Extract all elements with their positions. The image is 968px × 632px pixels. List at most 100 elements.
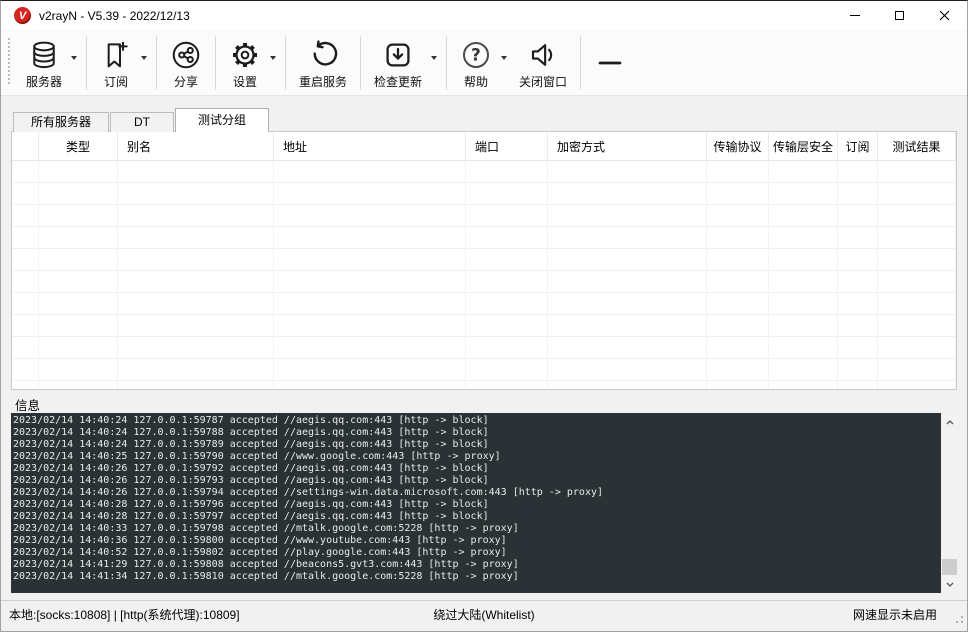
statusbar: 本地:[socks:10808] | [http(系统代理):10809] 绕过… bbox=[1, 600, 967, 631]
minimize-icon bbox=[849, 15, 860, 16]
column-header-encryption[interactable]: 加密方式 bbox=[548, 132, 707, 161]
grid-column-line bbox=[838, 161, 878, 389]
server-group-tabs: 所有服务器 DT 测试分组 bbox=[13, 108, 269, 132]
toolbar-button-label: 设置 bbox=[233, 74, 258, 89]
log-line: 2023/02/14 14:40:25 127.0.0.1:59790 acce… bbox=[13, 451, 501, 462]
help-icon: ? bbox=[460, 39, 492, 71]
info-panel-label: 信息 bbox=[15, 399, 41, 413]
toolbar-grip[interactable] bbox=[8, 38, 10, 85]
toolbar-button-label: 关闭窗口 bbox=[519, 74, 568, 89]
dash-icon bbox=[594, 47, 626, 79]
column-header-address[interactable]: 地址 bbox=[274, 132, 466, 161]
grid-column-line bbox=[769, 161, 838, 389]
log-line: 2023/02/14 14:40:52 127.0.0.1:59802 acce… bbox=[13, 547, 507, 558]
toolbar-button-check-update[interactable]: 检查更新 bbox=[366, 34, 441, 92]
titlebar[interactable]: V v2rayN - V5.39 - 2022/12/13 bbox=[1, 1, 967, 30]
toolbar-button-restart-service[interactable]: 重启服务 bbox=[291, 34, 355, 92]
toolbar-button-settings[interactable]: 设置 bbox=[221, 34, 280, 92]
grid-column-line bbox=[878, 161, 956, 389]
toolbar-button-subscription[interactable]: 订阅 bbox=[92, 34, 151, 92]
maximize-icon bbox=[895, 11, 904, 20]
tab-dt[interactable]: DT bbox=[110, 112, 174, 132]
column-header-tls[interactable]: 传输层安全 bbox=[769, 132, 838, 161]
chevron-down-icon[interactable] bbox=[141, 55, 148, 60]
chevron-down-icon[interactable] bbox=[501, 55, 508, 60]
toolbar-separator bbox=[360, 35, 362, 90]
toolbar-button-servers[interactable]: 服务器 bbox=[18, 34, 81, 92]
server-grid-body bbox=[12, 161, 956, 389]
tab-all-servers[interactable]: 所有服务器 bbox=[13, 112, 109, 132]
bookmark-plus-icon bbox=[100, 39, 132, 71]
minimize-button[interactable] bbox=[832, 1, 877, 30]
log-line: 2023/02/14 14:40:24 127.0.0.1:59789 acce… bbox=[13, 439, 489, 450]
window-controls bbox=[832, 1, 967, 30]
toolbar-button-label: 重启服务 bbox=[299, 74, 348, 89]
column-header-transport[interactable]: 传输协议 bbox=[707, 132, 769, 161]
log-console[interactable]: 2023/02/14 14:40:24 127.0.0.1:59787 acce… bbox=[11, 413, 941, 593]
console-scrollbar[interactable] bbox=[941, 413, 958, 593]
toolbar-button-label: 分享 bbox=[174, 74, 199, 89]
toolbar-button-promotion[interactable]: 关闭窗口 bbox=[511, 34, 575, 92]
app-logo-icon: V bbox=[14, 7, 31, 24]
toolbar-button-label: 检查更新 bbox=[374, 74, 423, 89]
tab-test-group[interactable]: 测试分组 bbox=[175, 108, 269, 132]
toolbar-button-help[interactable]: ? 帮助 bbox=[452, 34, 511, 92]
server-grid-header: 类型 别名 地址 端口 加密方式 传输协议 传输层安全 订阅 测试结果 bbox=[12, 132, 956, 161]
row-header-cell bbox=[12, 132, 39, 161]
column-header-type[interactable]: 类型 bbox=[39, 132, 118, 161]
toolbar-separator bbox=[446, 35, 448, 90]
toolbar-separator bbox=[580, 35, 582, 90]
log-line: 2023/02/14 14:40:33 127.0.0.1:59798 acce… bbox=[13, 523, 519, 534]
share-icon bbox=[170, 39, 202, 71]
toolbar-button-label: 订阅 bbox=[104, 74, 129, 89]
maximize-button[interactable] bbox=[877, 1, 922, 30]
log-line: 2023/02/14 14:40:24 127.0.0.1:59787 acce… bbox=[13, 415, 489, 426]
log-line: 2023/02/14 14:40:24 127.0.0.1:59788 acce… bbox=[13, 427, 489, 438]
log-line: 2023/02/14 14:41:29 127.0.0.1:59808 acce… bbox=[13, 559, 519, 570]
toolbar-button-label: 帮助 bbox=[464, 74, 489, 89]
restart-icon bbox=[307, 39, 339, 71]
close-button[interactable] bbox=[922, 1, 967, 30]
column-header-alias[interactable]: 别名 bbox=[118, 132, 274, 161]
log-line: 2023/02/14 14:41:34 127.0.0.1:59810 acce… bbox=[13, 571, 519, 582]
scroll-up-arrow-icon[interactable] bbox=[941, 414, 958, 430]
toolbar-separator bbox=[285, 35, 287, 90]
scroll-down-arrow-icon[interactable] bbox=[941, 576, 958, 592]
download-update-icon bbox=[382, 39, 414, 71]
grid-column-line bbox=[118, 161, 274, 389]
chevron-down-icon[interactable] bbox=[71, 55, 78, 60]
toolbar: 服务器 订阅 分享 设置 重启服务 检查更新 ? 帮助 关闭窗口 bbox=[1, 30, 967, 96]
database-icon bbox=[28, 39, 60, 71]
statusbar-netspeed: 网速显示未启用 bbox=[852, 608, 937, 622]
window-title: v2rayN - V5.39 - 2022/12/13 bbox=[39, 8, 190, 23]
server-grid: 类型 别名 地址 端口 加密方式 传输协议 传输层安全 订阅 测试结果 bbox=[11, 131, 957, 390]
log-line: 2023/02/14 14:40:26 127.0.0.1:59793 acce… bbox=[13, 475, 489, 486]
resize-grip-icon[interactable] bbox=[955, 613, 964, 627]
grid-column-line bbox=[707, 161, 769, 389]
gear-icon bbox=[229, 39, 261, 71]
column-header-port[interactable]: 端口 bbox=[466, 132, 548, 161]
chevron-down-icon[interactable] bbox=[431, 55, 438, 60]
svg-text:?: ? bbox=[471, 45, 481, 64]
chevron-down-icon[interactable] bbox=[270, 55, 277, 60]
toolbar-button-share[interactable]: 分享 bbox=[162, 34, 210, 92]
scrollbar-thumb[interactable] bbox=[942, 559, 957, 575]
log-line: 2023/02/14 14:40:26 127.0.0.1:59792 acce… bbox=[13, 463, 489, 474]
speaker-icon bbox=[527, 39, 559, 71]
toolbar-button-label: 服务器 bbox=[26, 74, 63, 89]
column-header-subscription[interactable]: 订阅 bbox=[838, 132, 878, 161]
statusbar-routing-mode[interactable]: 绕过大陆(Whitelist) bbox=[1, 601, 967, 630]
toolbar-separator bbox=[156, 35, 158, 90]
app-window: V v2rayN - V5.39 - 2022/12/13 服务器 订阅 分享 … bbox=[0, 0, 968, 632]
toolbar-separator bbox=[86, 35, 88, 90]
grid-column-line bbox=[12, 161, 39, 389]
toolbar-button-close-window[interactable] bbox=[586, 42, 634, 83]
log-line: 2023/02/14 14:40:28 127.0.0.1:59797 acce… bbox=[13, 511, 489, 522]
log-line: 2023/02/14 14:40:26 127.0.0.1:59794 acce… bbox=[13, 487, 604, 498]
close-icon bbox=[939, 10, 950, 21]
log-line: 2023/02/14 14:40:36 127.0.0.1:59800 acce… bbox=[13, 535, 507, 546]
grid-column-line bbox=[39, 161, 118, 389]
log-line: 2023/02/14 14:40:28 127.0.0.1:59796 acce… bbox=[13, 499, 489, 510]
grid-column-line bbox=[466, 161, 548, 389]
column-header-test-result[interactable]: 测试结果 bbox=[878, 132, 956, 161]
